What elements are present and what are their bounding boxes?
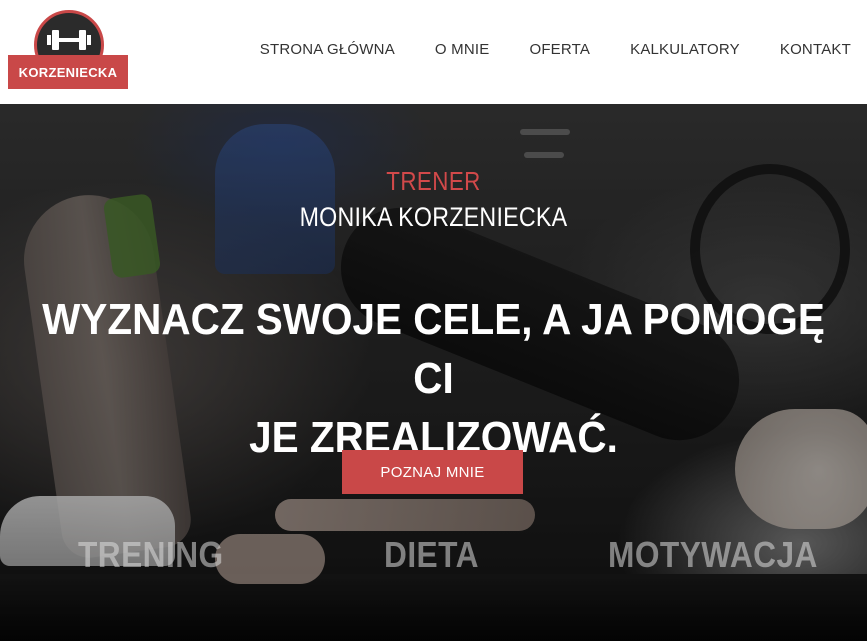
site-header: KORZENIECKA STRONA GŁÓWNA O MNIE OFERTA … [0, 0, 867, 104]
hero-features: TRENING DIETA MOTYWACJA [0, 534, 867, 584]
feature-training: TRENING [78, 534, 224, 575]
hero-headline: WYZNACZ SWOJE CELE, A JA POMOGĘ CI JE ZR… [35, 290, 833, 467]
hero-headline-line1: WYZNACZ SWOJE CELE, A JA POMOGĘ CI [42, 295, 825, 403]
nav-item-home[interactable]: STRONA GŁÓWNA [260, 41, 395, 58]
nav-item-contact[interactable]: KONTAKT [780, 41, 851, 58]
logo-text: KORZENIECKA [8, 55, 128, 89]
main-nav: STRONA GŁÓWNA O MNIE OFERTA KALKULATORY … [260, 41, 851, 58]
nav-item-calculators[interactable]: KALKULATORY [630, 41, 740, 58]
hero-trainer-name: MONIKA KORZENIECKA [299, 202, 568, 232]
about-me-button[interactable]: POZNAJ MNIE [342, 450, 523, 494]
nav-item-offer[interactable]: OFERTA [529, 41, 590, 58]
nav-item-about[interactable]: O MNIE [435, 41, 490, 58]
hero-eyebrow: TRENER [386, 166, 481, 196]
hero-section: TRENER MONIKA KORZENIECKA WYZNACZ SWOJE … [0, 104, 867, 641]
feature-diet: DIETA [384, 534, 479, 575]
logo[interactable]: KORZENIECKA [8, 10, 129, 90]
feature-motivation: MOTYWACJA [608, 534, 818, 575]
